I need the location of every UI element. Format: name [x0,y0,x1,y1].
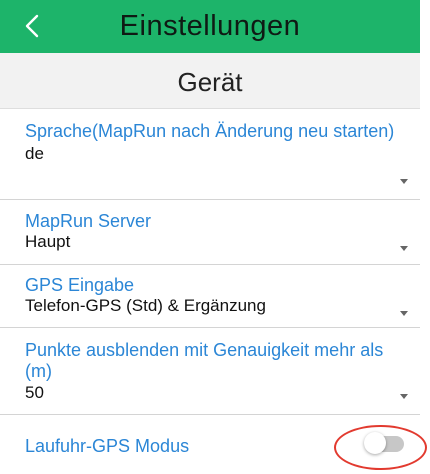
dropdown-arrow-icon [400,311,408,316]
gps-input-select[interactable]: GPS Eingabe Telefon-GPS (Std) & Ergänzun… [0,265,420,328]
accuracy-threshold-value: 50 [25,383,44,402]
dropdown-arrow-icon [400,179,408,184]
language-select[interactable]: Sprache(MapRun nach Änderung neu starten… [0,109,420,200]
highlight-circle [334,425,427,470]
accuracy-threshold-select[interactable]: Punkte ausblenden mit Genauigkeit mehr a… [0,328,420,415]
dropdown-arrow-icon [400,394,408,399]
section-title: Gerät [177,67,243,97]
dropdown-arrow-icon [400,246,408,251]
language-label: Sprache(MapRun nach Änderung neu starten… [25,121,395,141]
settings-list: Sprache(MapRun nach Änderung neu starten… [0,109,420,470]
language-value: de [25,144,44,163]
server-value: Haupt [25,232,71,251]
server-select[interactable]: MapRun Server Haupt [0,200,420,265]
server-label: MapRun Server [25,211,152,231]
gps-input-value: Telefon-GPS (Std) & Ergänzung [25,296,266,315]
gps-input-label: GPS Eingabe [25,275,135,295]
section-header: Gerät [0,53,420,109]
accuracy-threshold-label: Punkte ausblenden mit Genauigkeit mehr a… [25,340,384,381]
page-title: Einstellungen [119,10,301,42]
app-header: Einstellungen [0,0,420,53]
